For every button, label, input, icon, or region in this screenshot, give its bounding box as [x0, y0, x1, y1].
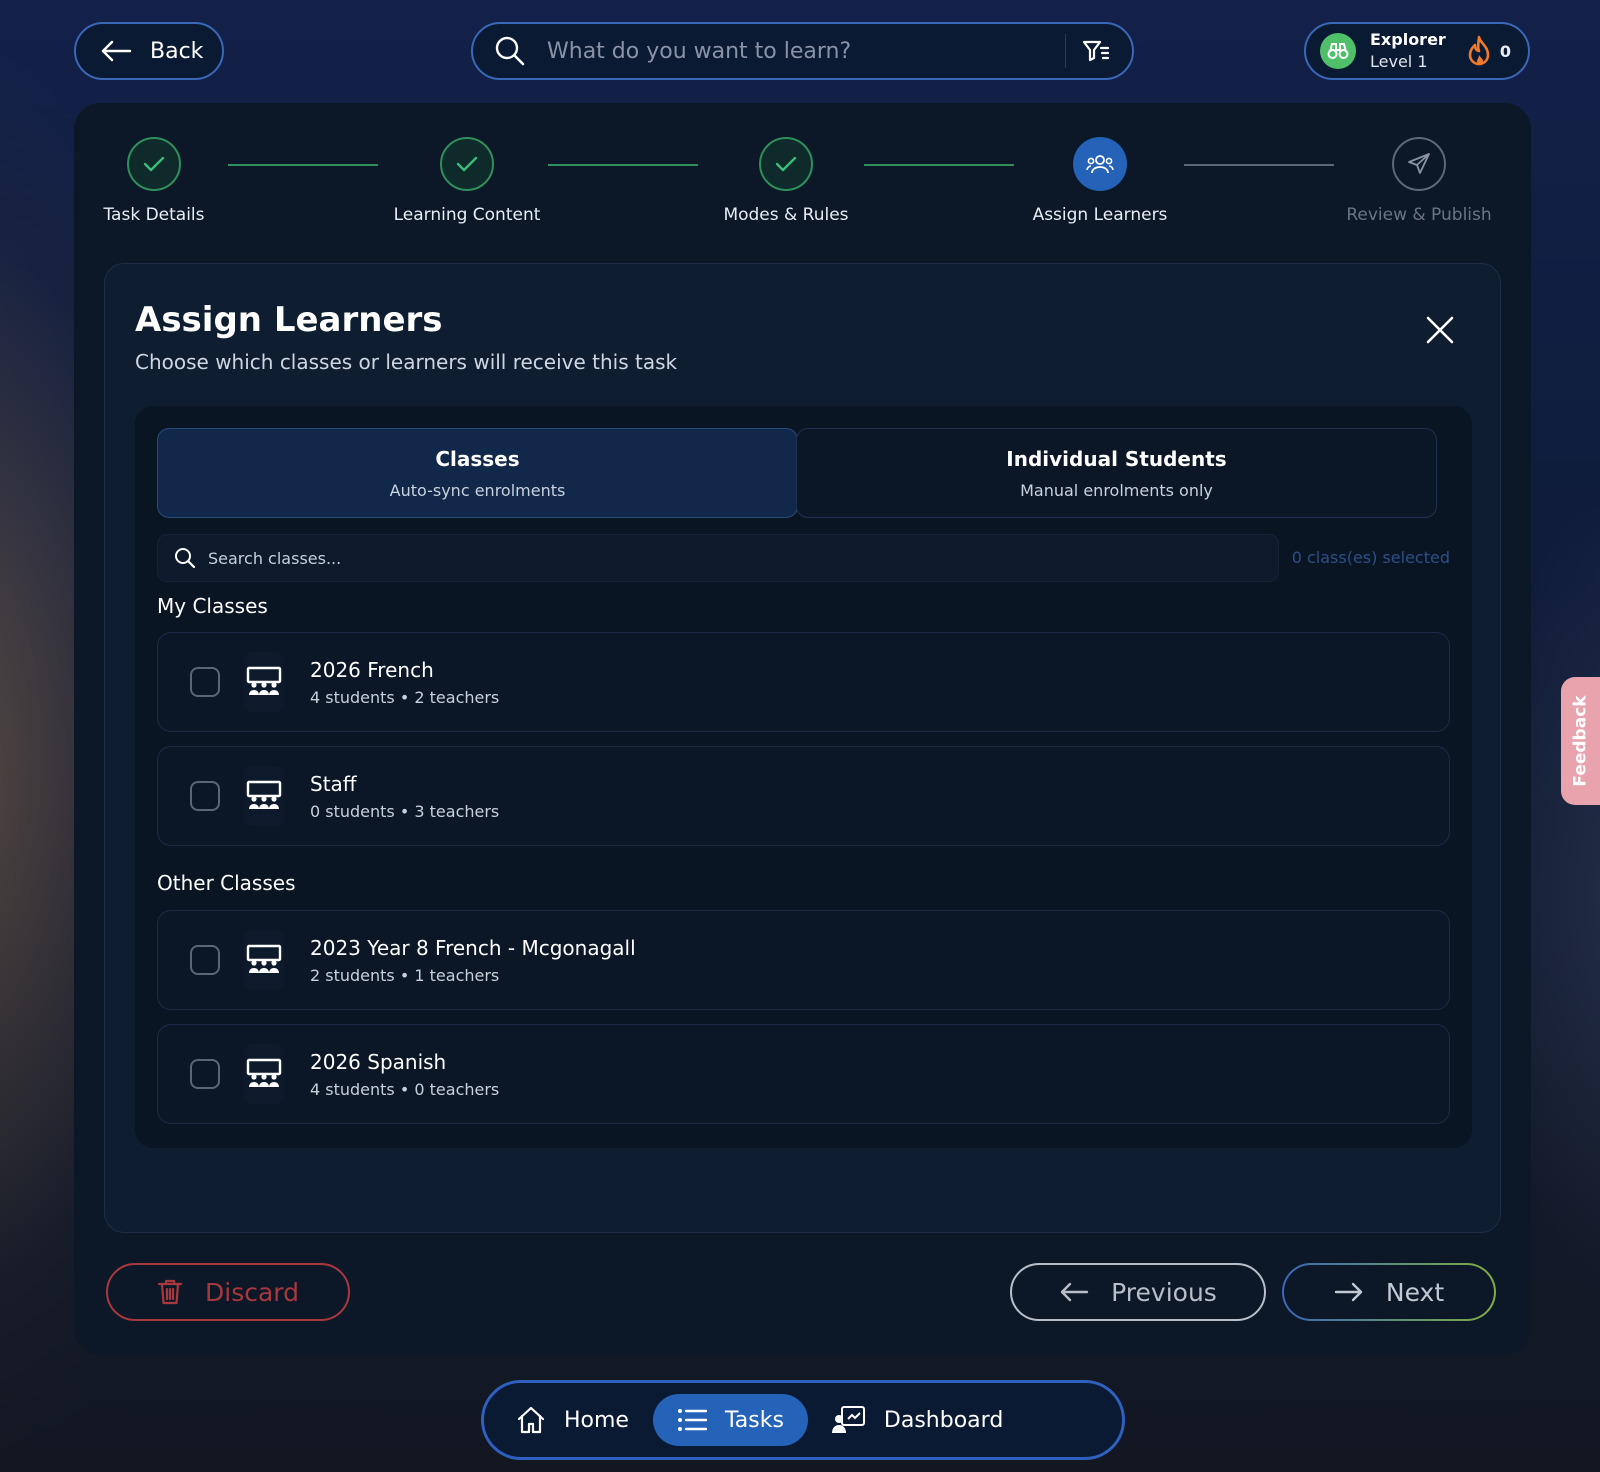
class-name: 2023 Year 8 French - Mcgonagall: [310, 935, 636, 960]
assign-learners-card: Assign Learners Choose which classes or …: [104, 263, 1501, 1233]
class-checkbox[interactable]: [190, 781, 220, 811]
nav-home[interactable]: Home: [492, 1394, 653, 1446]
dashboard-icon: [831, 1406, 865, 1433]
step-connector: [548, 164, 698, 166]
class-checkbox[interactable]: [190, 945, 220, 975]
profile-name: Explorer: [1370, 30, 1446, 49]
class-meta: 4 students • 2 teachers: [310, 687, 500, 707]
tab-subtitle: Manual enrolments only: [1020, 481, 1213, 500]
check-icon: [127, 137, 181, 191]
class-meta: 4 students • 0 teachers: [310, 1079, 500, 1099]
arrow-left-icon: [101, 40, 132, 62]
previous-button[interactable]: Previous: [1010, 1263, 1266, 1321]
close-icon[interactable]: [1422, 312, 1458, 348]
step-label: Review & Publish: [1346, 205, 1492, 225]
bottom-navigation: Home Tasks Dashboard: [481, 1380, 1125, 1460]
tab-individual-students[interactable]: Individual Students Manual enrolments on…: [796, 428, 1437, 518]
arrow-right-icon: [1334, 1282, 1363, 1302]
step-label: Task Details: [103, 205, 205, 225]
classroom-icon: [244, 766, 284, 826]
streak-count: 0: [1499, 41, 1511, 61]
back-label: Back: [150, 38, 204, 64]
tab-subtitle: Auto-sync enrolments: [389, 481, 566, 500]
arrow-left-icon: [1060, 1282, 1089, 1302]
discard-label: Discard: [205, 1277, 299, 1307]
next-button[interactable]: Next: [1282, 1263, 1496, 1321]
nav-label: Tasks: [724, 1407, 784, 1433]
class-row-staff[interactable]: Staff 0 students • 3 teachers: [157, 746, 1450, 846]
class-search-input[interactable]: [208, 548, 1278, 568]
check-icon: [440, 137, 494, 191]
class-checkbox[interactable]: [190, 1059, 220, 1089]
flame-icon: [1468, 35, 1490, 66]
classroom-icon: [244, 930, 284, 990]
global-search-bar[interactable]: [471, 22, 1134, 80]
check-icon: [759, 137, 813, 191]
assignment-area: Classes Auto-sync enrolments Individual …: [135, 406, 1472, 1148]
class-name: 2026 French: [310, 657, 434, 682]
filter-icon[interactable]: [1082, 39, 1110, 63]
tab-title: Individual Students: [1006, 447, 1227, 471]
search-divider: [1065, 34, 1066, 68]
profile-level: Level 1: [1370, 52, 1428, 71]
discard-button[interactable]: Discard: [106, 1263, 350, 1321]
class-row-2026-spanish[interactable]: 2026 Spanish 4 students • 0 teachers: [157, 1024, 1450, 1124]
page-subtitle: Choose which classes or learners will re…: [135, 350, 678, 374]
feedback-label: Feedback: [1570, 695, 1591, 787]
search-icon: [495, 36, 525, 66]
step-modes-rules[interactable]: Modes & Rules: [686, 137, 886, 225]
nav-tasks[interactable]: Tasks: [652, 1394, 808, 1446]
send-icon: [1392, 137, 1446, 191]
nav-label: Home: [564, 1407, 629, 1433]
step-label: Modes & Rules: [723, 205, 849, 225]
step-review-publish[interactable]: Review & Publish: [1319, 137, 1519, 225]
class-checkbox[interactable]: [190, 667, 220, 697]
class-name: 2026 Spanish: [310, 1049, 447, 1074]
streak-counter: 0: [1466, 35, 1511, 67]
selected-count: 0 class(es) selected: [1291, 548, 1450, 567]
classroom-icon: [244, 652, 284, 712]
class-meta: 2 students • 1 teachers: [310, 965, 500, 985]
users-icon: [1073, 137, 1127, 191]
step-task-details[interactable]: Task Details: [54, 137, 254, 225]
class-row-2023-year-8-french[interactable]: 2023 Year 8 French - Mcgonagall 2 studen…: [157, 910, 1450, 1010]
nav-dashboard[interactable]: Dashboard: [808, 1394, 1027, 1446]
tab-classes[interactable]: Classes Auto-sync enrolments: [157, 428, 798, 518]
tab-title: Classes: [435, 447, 520, 471]
binoculars-icon: [1320, 33, 1356, 69]
class-row-2026-french[interactable]: 2026 French 4 students • 2 teachers: [157, 632, 1450, 732]
task-wizard-panel: Task Details Learning Content Modes & Ru…: [74, 103, 1531, 1355]
section-title-my-classes: My Classes: [157, 594, 268, 618]
home-icon: [517, 1406, 545, 1434]
previous-label: Previous: [1111, 1277, 1217, 1307]
nav-label: Dashboard: [883, 1407, 1004, 1433]
trash-icon: [157, 1279, 183, 1305]
step-connector: [228, 164, 378, 166]
class-meta: 0 students • 3 teachers: [310, 801, 500, 821]
next-label: Next: [1385, 1277, 1445, 1307]
search-icon: [175, 548, 196, 569]
class-name: Staff: [310, 771, 357, 796]
list-icon: [677, 1409, 707, 1431]
page-title: Assign Learners: [135, 300, 443, 340]
step-learning-content[interactable]: Learning Content: [367, 137, 567, 225]
step-connector: [1184, 164, 1334, 166]
feedback-tab[interactable]: Feedback: [1561, 677, 1600, 805]
profile-badge[interactable]: Explorer Level 1 0: [1304, 22, 1530, 80]
step-connector: [864, 164, 1014, 166]
section-title-other-classes: Other Classes: [157, 871, 296, 895]
back-button[interactable]: Back: [74, 22, 224, 80]
step-assign-learners[interactable]: Assign Learners: [1000, 137, 1200, 225]
classroom-icon: [244, 1044, 284, 1104]
class-search-box[interactable]: [157, 534, 1279, 582]
step-label: Learning Content: [393, 205, 541, 225]
step-label: Assign Learners: [1032, 205, 1168, 225]
global-search-input[interactable]: [547, 38, 1065, 64]
